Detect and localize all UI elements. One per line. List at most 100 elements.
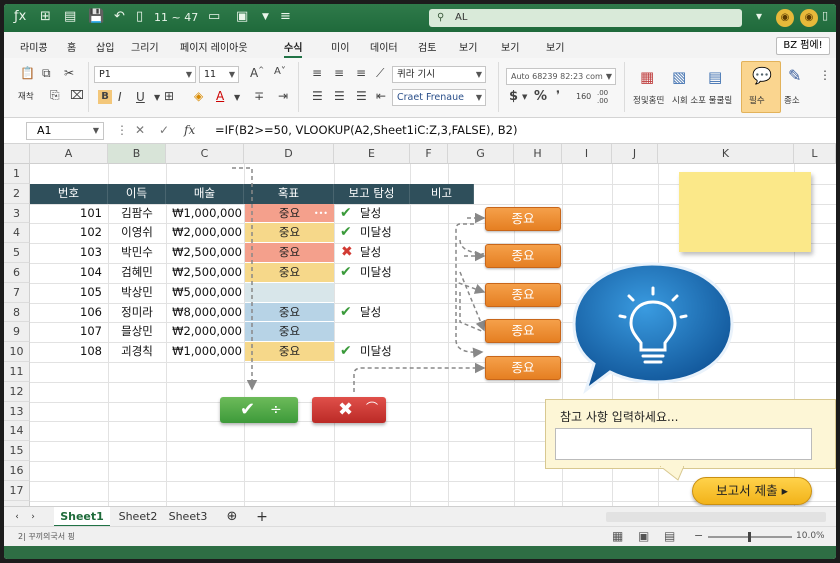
- increase-decimal-icon[interactable]: 160: [576, 92, 591, 101]
- indent-icon[interactable]: ⇤: [376, 89, 386, 103]
- align-left-icon[interactable]: ☰: [312, 89, 323, 103]
- borders-icon[interactable]: ⊞: [164, 89, 174, 103]
- chart-icon[interactable]: ▭: [208, 9, 220, 24]
- minimize-icon[interactable]: ▾: [756, 9, 762, 23]
- insert-function-icon[interactable]: fx: [184, 123, 195, 137]
- menu-data[interactable]: 데이터: [370, 39, 398, 54]
- menu-view-2[interactable]: 보기: [501, 39, 519, 54]
- name-box[interactable]: A1 ▼: [26, 122, 104, 140]
- shrink-font-icon[interactable]: A˅: [274, 66, 286, 77]
- copy-icon[interactable]: ⧉: [42, 66, 51, 81]
- search-box[interactable]: ⚲ AL: [429, 9, 742, 27]
- italic-icon[interactable]: I: [118, 90, 122, 104]
- fill-color-icon[interactable]: ◈: [194, 89, 203, 103]
- priority-button-4[interactable]: 종요: [485, 319, 561, 343]
- page-layout-icon[interactable]: ▣: [638, 529, 649, 543]
- menu-draw[interactable]: 그리기: [131, 39, 159, 54]
- orientation-icon[interactable]: ⟋: [376, 66, 384, 81]
- reject-button[interactable]: ✖ ⌒: [312, 397, 386, 423]
- currency-icon[interactable]: $: [509, 89, 518, 104]
- clipboard-icon[interactable]: ⎘: [50, 88, 60, 103]
- cancel-icon[interactable]: ✕: [135, 123, 145, 137]
- format-table-icon[interactable]: ▧: [672, 68, 686, 86]
- tab-sheet3[interactable]: Sheet3: [164, 507, 212, 527]
- tab-sheet2[interactable]: Sheet2: [114, 507, 162, 527]
- grow-font-icon[interactable]: A^: [250, 66, 264, 80]
- underline-icon[interactable]: U: [136, 90, 145, 104]
- menu-view-1[interactable]: 보기: [459, 39, 477, 54]
- menu-check[interactable]: 검토: [418, 39, 436, 54]
- wrap-text-box[interactable]: 퀴라 기시 ▼: [392, 66, 486, 83]
- normal-view-icon[interactable]: ▦: [612, 529, 623, 543]
- tab-sheet1[interactable]: Sheet1: [54, 507, 110, 527]
- grid-icon[interactable]: ⊞: [40, 9, 51, 24]
- formula-text[interactable]: =IF(B2>=50, VLOOKUP(A2,Sheet1iC:Z,3,FALS…: [215, 123, 518, 137]
- share-button[interactable]: BZ 펌에!: [776, 37, 830, 55]
- cut-icon[interactable]: ⌧: [70, 88, 84, 102]
- align-bottom-icon[interactable]: ≡: [356, 66, 366, 80]
- priority-button-2[interactable]: 종요: [485, 244, 561, 268]
- doc-icon[interactable]: ▯: [136, 9, 143, 24]
- zoom-slider-thumb[interactable]: [748, 532, 751, 542]
- paste-icon[interactable]: 📋: [20, 66, 35, 80]
- text-direction-icon[interactable]: ∓: [254, 89, 264, 103]
- menu-page-layout[interactable]: 페이지 레이아웃: [180, 39, 248, 54]
- next-sheet-icon[interactable]: ›: [26, 507, 40, 527]
- menu-file[interactable]: 라미콩: [20, 39, 48, 54]
- save-icon[interactable]: 💾: [88, 9, 104, 24]
- comment-icon[interactable]: 💬: [752, 66, 772, 85]
- currency-dropdown-icon[interactable]: ▼: [522, 93, 527, 101]
- menu-formulas[interactable]: 수식: [284, 39, 303, 58]
- editing-icon[interactable]: ✎: [788, 66, 801, 85]
- priority-button-1[interactable]: 종요: [485, 207, 561, 231]
- menu-review[interactable]: 미이: [331, 39, 349, 54]
- zoom-out-icon[interactable]: −: [694, 529, 703, 542]
- underline-dropdown-icon[interactable]: ▼: [154, 93, 160, 102]
- approve-button[interactable]: ✔ ÷: [220, 397, 298, 423]
- undo-icon[interactable]: ↶: [114, 9, 125, 24]
- customize-icon[interactable]: ≡: [280, 9, 291, 24]
- menu-view-3[interactable]: 보기: [546, 39, 564, 54]
- align-center-icon[interactable]: ☰: [334, 89, 345, 103]
- align-right-icon[interactable]: ☰: [356, 89, 367, 103]
- add-sheet-icon[interactable]: +: [254, 507, 270, 527]
- ribbon-more-icon[interactable]: ⋮: [819, 68, 831, 82]
- font-size-box[interactable]: 11 ▼: [199, 66, 239, 83]
- page-break-icon[interactable]: ▤: [664, 529, 675, 543]
- menu-insert[interactable]: 삽입: [96, 39, 114, 54]
- bold-icon[interactable]: B: [98, 90, 112, 104]
- add-circle-icon[interactable]: ⊕: [224, 507, 240, 527]
- dropdown-icon[interactable]: ▼: [262, 12, 269, 22]
- function-icon[interactable]: ƒx: [14, 9, 26, 24]
- priority-button-5[interactable]: 종요: [485, 356, 561, 380]
- cell-styles-icon[interactable]: ▤: [708, 68, 722, 86]
- merge-center-box[interactable]: Craet Frenaue ▼: [392, 89, 486, 106]
- note-input[interactable]: [555, 428, 812, 460]
- font-color-icon[interactable]: A: [216, 89, 224, 103]
- enter-icon[interactable]: ✓: [159, 123, 169, 137]
- decrease-decimal-icon[interactable]: .00.00: [597, 89, 608, 105]
- text-icon[interactable]: ▤: [64, 9, 76, 24]
- chevron-down-icon: ▼: [228, 70, 235, 79]
- zoom-level[interactable]: 10.0%: [796, 531, 825, 541]
- format-painter-icon[interactable]: ✂: [64, 66, 74, 80]
- screen-icon[interactable]: ▣: [236, 9, 248, 24]
- profile-icon[interactable]: ◉: [800, 9, 818, 27]
- align-icon[interactable]: ⇥: [278, 89, 288, 103]
- menu-home[interactable]: 홈: [67, 39, 76, 54]
- conditional-format-icon[interactable]: ▦: [640, 68, 654, 86]
- account-icon[interactable]: ◉: [776, 9, 794, 27]
- font-name-box[interactable]: P1 ▼: [94, 66, 196, 83]
- submit-report-button[interactable]: 보고서 제출 ▸: [692, 477, 812, 505]
- prev-sheet-icon[interactable]: ‹: [10, 507, 24, 527]
- horizontal-scrollbar[interactable]: [606, 512, 826, 522]
- number-format-box[interactable]: Auto 68239 82:23 com ▼: [506, 68, 616, 85]
- align-top-icon[interactable]: ≡: [312, 66, 322, 80]
- align-middle-icon[interactable]: ≡: [334, 66, 344, 80]
- font-color-dropdown-icon[interactable]: ▼: [234, 93, 240, 102]
- priority-button-3[interactable]: 종요: [485, 283, 561, 307]
- percent-icon[interactable]: %: [534, 89, 547, 104]
- comma-icon[interactable]: ❜: [556, 88, 560, 102]
- more-icon[interactable]: ▯: [822, 9, 828, 22]
- sticky-note[interactable]: [679, 172, 811, 252]
